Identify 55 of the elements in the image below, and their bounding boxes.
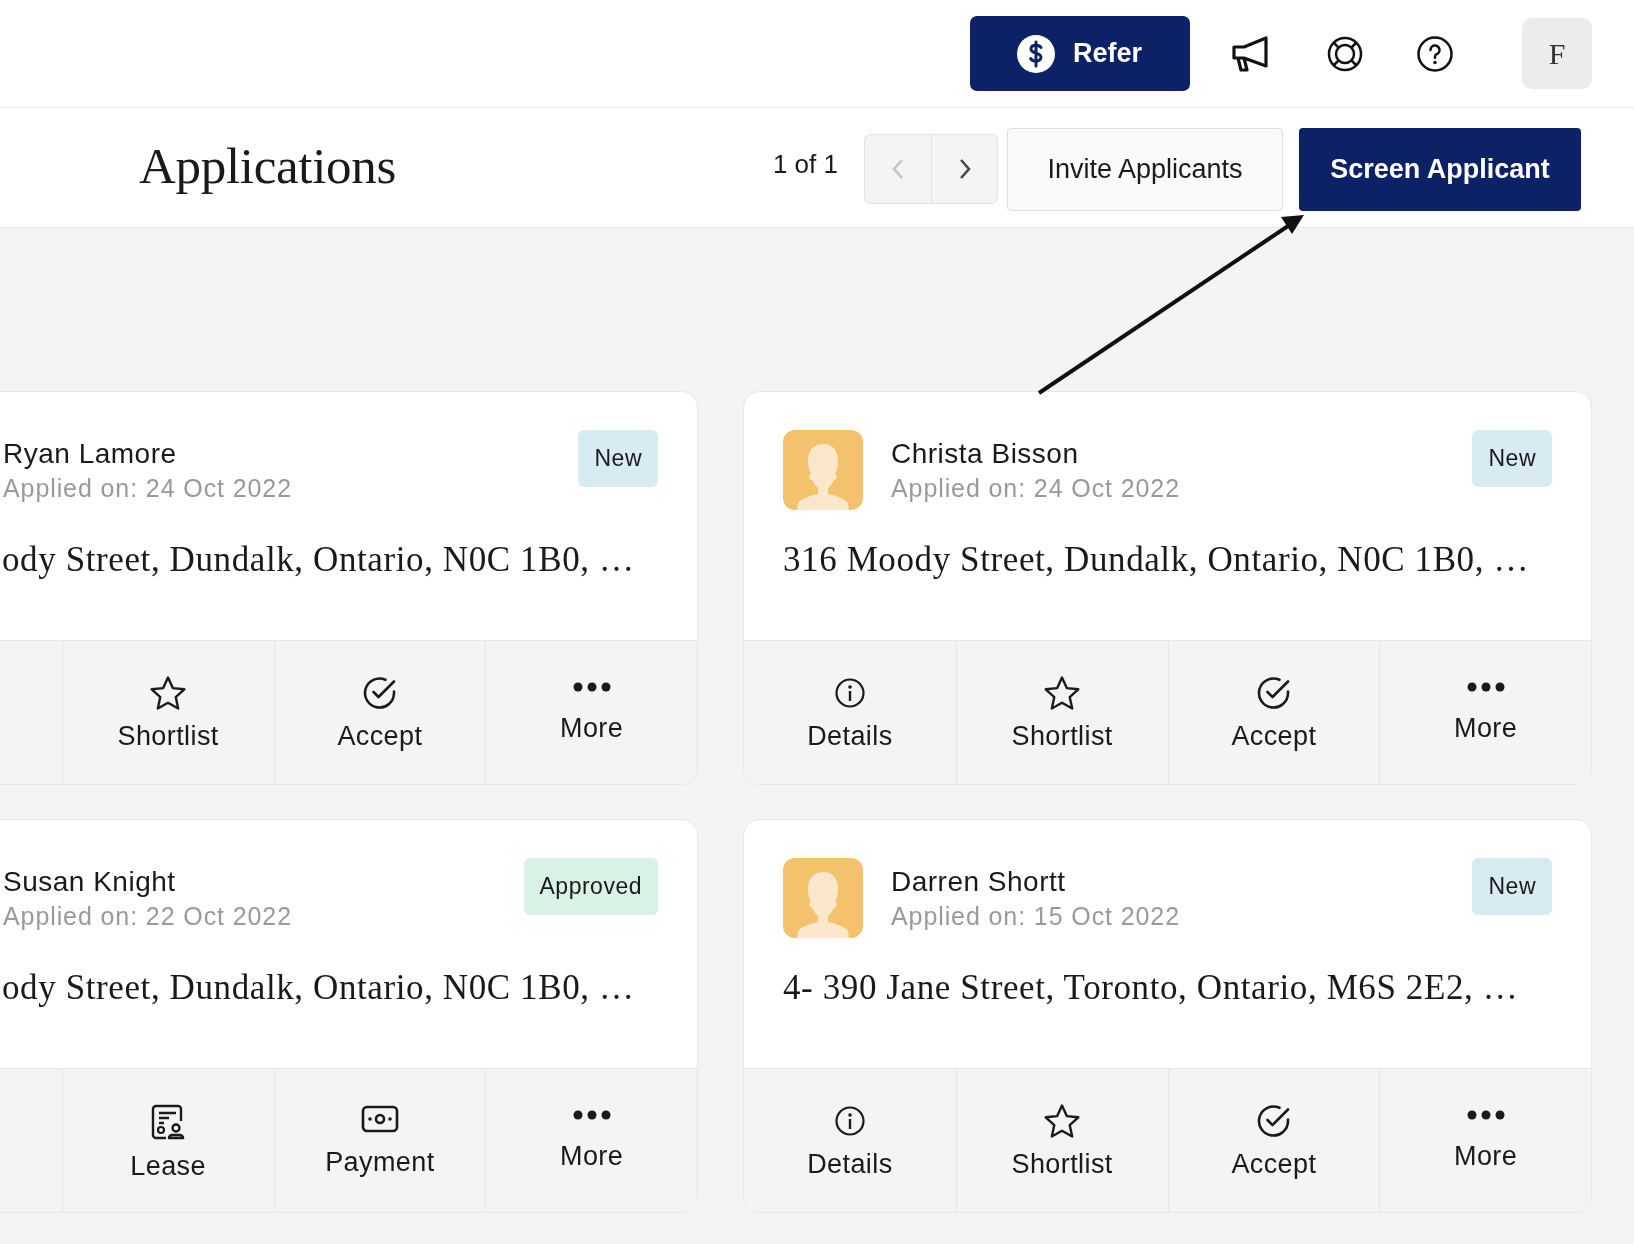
more-icon <box>1466 681 1505 693</box>
more-button[interactable]: More <box>1379 1069 1591 1212</box>
refer-button[interactable]: Refer <box>970 16 1190 91</box>
invite-applicants-button[interactable]: Invite Applicants <box>1007 128 1283 211</box>
shortlist-button[interactable]: Shortlist <box>61 641 274 784</box>
lifebuoy-icon[interactable] <box>1326 34 1364 73</box>
more-button[interactable]: More <box>485 641 697 784</box>
check-circle-icon <box>1255 1103 1292 1139</box>
applicant-name: Darren Shortt <box>891 866 1067 898</box>
property-address: 4- 390 Jane Street, Toronto, Ontario, M6S 2E2, … <box>783 968 1520 1008</box>
more-button[interactable]: More <box>1379 641 1591 784</box>
star-icon <box>1043 675 1082 711</box>
lease-button[interactable]: Lease <box>61 1069 274 1212</box>
payment-button[interactable]: Payment <box>273 1069 486 1212</box>
help-icon[interactable] <box>1416 34 1454 73</box>
status-badge: New <box>1472 858 1552 915</box>
status-badge: Approved <box>523 858 658 915</box>
accept-button[interactable]: Accept <box>1167 641 1380 784</box>
banknote-icon <box>360 1105 399 1133</box>
avatar-icon <box>783 858 863 938</box>
shortlist-button[interactable]: Shortlist <box>955 1069 1168 1212</box>
info-icon <box>833 677 866 709</box>
applied-date: Applied on: 15 Oct 2022 <box>891 902 1181 931</box>
property-address: ody Street, Dundalk, Ontario, N0C 1B0, … <box>1 540 636 580</box>
property-address: 316 Moody Street, Dundalk, Ontario, N0C 1B0, … <box>783 540 1531 580</box>
check-circle-icon <box>361 675 398 711</box>
star-icon <box>149 675 188 711</box>
avatar-icon <box>783 430 863 510</box>
user-avatar[interactable]: F <box>1522 18 1592 89</box>
accept-button[interactable]: Accept <box>273 641 486 784</box>
details-button[interactable]: Details <box>744 641 956 784</box>
more-icon <box>572 1109 611 1121</box>
dollar-icon <box>1016 33 1056 74</box>
more-icon <box>1466 1109 1505 1121</box>
applied-date: Applied on: 24 Oct 2022 <box>891 474 1181 503</box>
applicant-name: Christa Bisson <box>891 438 1080 470</box>
applied-date: Applied on: 24 Oct 2022 <box>3 474 293 503</box>
page-title: Applications <box>139 136 398 195</box>
shortlist-button[interactable]: Shortlist <box>955 641 1168 784</box>
more-icon <box>572 681 611 693</box>
status-badge: New <box>1472 430 1552 487</box>
applicant-name: Ryan Lamore <box>3 438 178 470</box>
document-person-icon <box>150 1103 187 1141</box>
accept-button[interactable]: Accept <box>1167 1069 1380 1212</box>
applicant-name: Susan Knight <box>3 866 177 898</box>
applied-date: Applied on: 22 Oct 2022 <box>3 902 293 931</box>
screen-applicant-button[interactable]: Screen Applicant <box>1299 127 1581 211</box>
status-badge: New <box>578 430 658 487</box>
check-circle-icon <box>1255 675 1292 711</box>
info-icon <box>833 1105 866 1137</box>
page-count: 1 of 1 <box>772 149 838 180</box>
star-icon <box>1043 1103 1082 1139</box>
details-button[interactable]: Details <box>744 1069 956 1212</box>
more-button[interactable]: More <box>485 1069 697 1212</box>
property-address: ody Street, Dundalk, Ontario, N0C 1B0, … <box>1 968 636 1008</box>
